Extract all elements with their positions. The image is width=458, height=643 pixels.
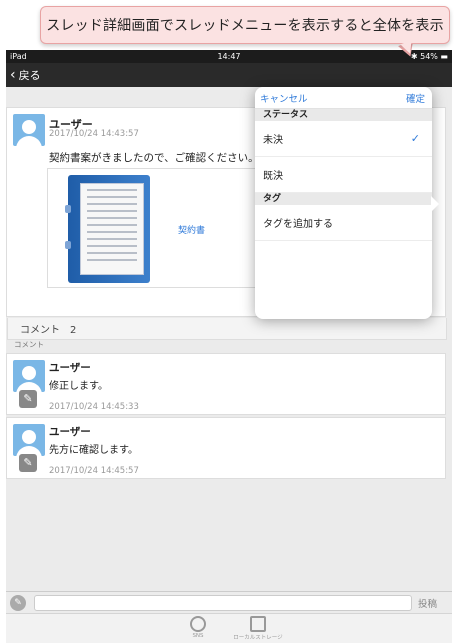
comment-count: コメント 2 [7,318,447,340]
cancel-button[interactable]: キャンセル [260,91,308,105]
tag-section-header: タグ [255,193,432,205]
comment-author: ユーザー [49,426,91,438]
navigation-bar: ‹ 戻る [6,63,452,87]
comment-text: 先方に確認します。 [49,445,138,456]
popover-header: キャンセル 確定 [255,87,432,109]
attachment-thumbnail[interactable]: 契約書 [47,168,257,288]
status-option-label: 既決 [263,171,283,182]
tab-bar: SNS ローカルストレージ [6,613,452,643]
status-option-label: 未決 [263,135,283,146]
attachment-label[interactable]: 契約書 [178,223,205,236]
status-option-decided[interactable]: 既決 [255,157,432,193]
back-button[interactable]: ‹ 戻る [10,67,41,83]
add-tag-label: タグを追加する [263,219,333,230]
comment-input[interactable] [34,595,412,611]
comment-timestamp: 2017/10/24 14:45:33 [49,402,139,412]
add-tag-button[interactable]: タグを追加する [255,205,432,241]
status-bar: iPad 14:47 ✱ 54% ▬ [6,50,452,63]
comment-item: ✎ ユーザー 修正します。 2017/10/24 14:45:33 [6,353,446,415]
empty-row [255,241,432,277]
post-button[interactable]: 投稿 [418,596,437,610]
person-icon [190,616,206,632]
post-body: 契約書案がきましたので、ご確認ください。 [49,152,259,164]
comments-section-label: コメント [14,340,44,349]
comment-item: ✎ ユーザー 先方に確認します。 2017/10/24 14:45:57 [6,417,446,479]
status-section-header: ステータス [255,109,432,121]
back-label: 戻る [18,69,41,82]
avatar [13,360,45,392]
edit-icon[interactable]: ✎ [19,454,37,472]
storage-icon [250,616,266,632]
popover-arrow [431,196,439,212]
callout-text: スレッド詳細画面でスレッドメニューを表示すると全体を表示 [46,18,444,34]
chevron-left-icon: ‹ [10,67,16,83]
comment-text: 修正します。 [49,381,108,392]
avatar [13,424,45,456]
confirm-button[interactable]: 確定 [406,91,425,105]
comment-author: ユーザー [49,362,91,374]
attach-icon[interactable]: ✎ [10,595,26,611]
comment-input-bar: ✎ 投稿 [6,591,452,613]
status-option-pending[interactable]: 未決 ✓ [255,121,432,157]
clock: 14:47 [217,52,241,61]
edit-icon[interactable]: ✎ [19,390,37,408]
post-timestamp: 2017/10/24 14:43:57 [49,129,139,139]
avatar [13,114,45,146]
tab-label: ローカルストレージ [233,635,283,641]
comment-timestamp: 2017/10/24 14:45:57 [49,466,139,476]
tab-local-storage[interactable]: ローカルストレージ [223,616,293,641]
instruction-callout: スレッド詳細画面でスレッドメニューを表示すると全体を表示 [40,6,450,44]
binder-image [65,175,150,283]
checkmark-icon: ✓ [410,132,420,145]
thread-menu-popover: キャンセル 確定 ステータス 未決 ✓ 既決 タグ タグを追加する [255,87,432,319]
